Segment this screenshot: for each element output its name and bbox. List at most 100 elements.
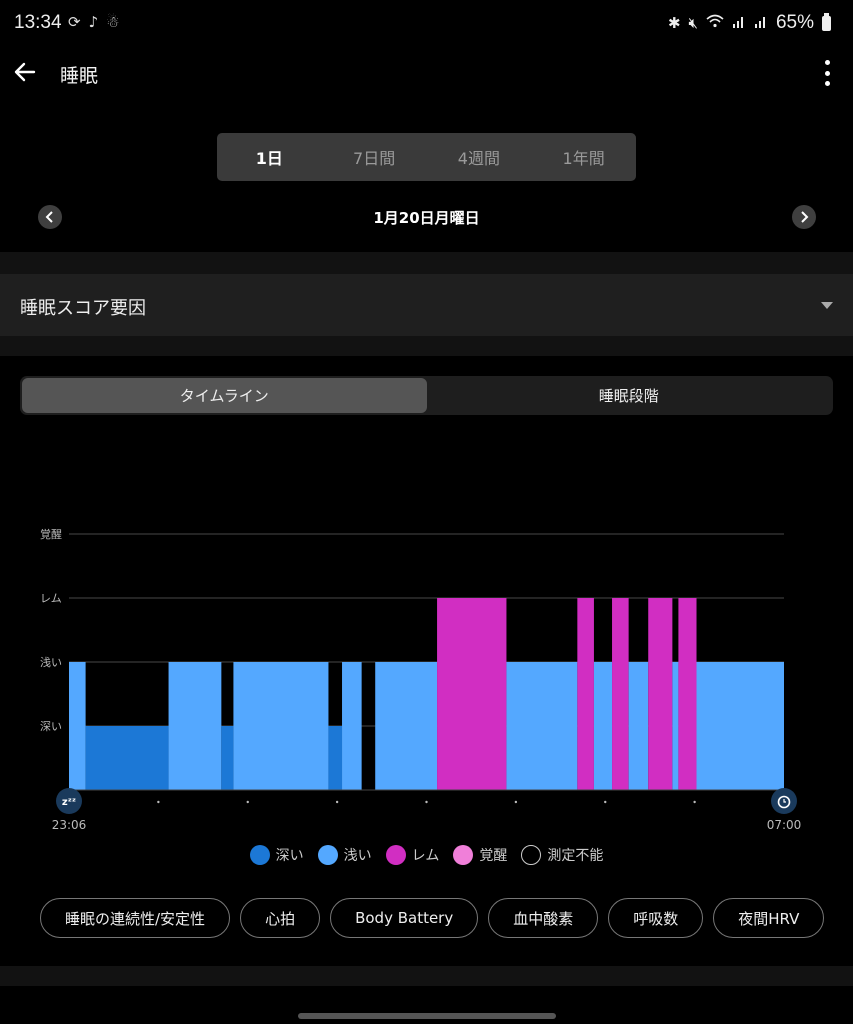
arrow-left-icon xyxy=(14,62,36,82)
period-tabs: 1日 7日間 4週間 1年間 xyxy=(217,133,636,181)
x-axis-tick xyxy=(425,800,428,804)
page-title: 睡眠 xyxy=(60,65,99,87)
current-date: 1月20日月曜日 xyxy=(373,209,480,227)
legend-swatch xyxy=(385,845,406,865)
segment-rem xyxy=(648,598,673,790)
legend-label: 測定不能 xyxy=(547,848,604,864)
status-bar: 13:34 ⟳ ♪ ☃ ✱ 🔇︎ 65% xyxy=(0,0,853,50)
segment-light xyxy=(342,662,362,790)
segment-deep xyxy=(328,726,343,790)
signal-icon xyxy=(754,14,768,32)
legend-item-unmeasurable: 測定不能 xyxy=(521,845,603,865)
app-bar: 睡眠 xyxy=(0,50,853,98)
x-axis-ticks xyxy=(157,800,696,804)
chip-overnight-hrv[interactable]: 夜間HRV xyxy=(713,898,825,938)
battery-icon xyxy=(822,12,831,31)
sleep-score-factors-label: 睡眠スコア要因 xyxy=(20,298,146,319)
zzz-icon: zᶻᶻ xyxy=(62,797,76,808)
app-icon: ☃ xyxy=(106,13,120,31)
legend-swatch xyxy=(453,845,474,865)
segment-light xyxy=(506,662,578,790)
caret-down-icon xyxy=(821,302,833,309)
chevron-right-icon xyxy=(801,211,809,223)
segment-rem xyxy=(678,598,697,790)
y-axis-label: 覚醒 xyxy=(40,528,62,541)
chip-heart-rate[interactable]: 心拍 xyxy=(240,898,321,938)
battery-level: 65% xyxy=(775,12,814,33)
tab-7-days[interactable]: 7日間 xyxy=(322,133,427,181)
status-time: 13:34 xyxy=(14,12,62,33)
x-axis-tick xyxy=(514,800,518,804)
home-indicator[interactable] xyxy=(298,1013,556,1019)
tab-sleep-stages[interactable]: 睡眠段階 xyxy=(427,378,832,413)
x-axis-tick xyxy=(693,800,696,804)
segment-rem xyxy=(577,598,594,790)
chip-body-battery[interactable]: Body Battery xyxy=(330,898,479,938)
legend-swatch xyxy=(317,845,338,865)
tab-4-weeks[interactable]: 4週間 xyxy=(427,133,532,181)
y-axis-label: レム xyxy=(40,592,62,605)
segment-light xyxy=(233,662,329,790)
legend-label: 深い xyxy=(275,848,304,864)
legend-item-rem: レム xyxy=(385,845,440,865)
signal-icon xyxy=(732,14,746,32)
sleep-timeline-chart: 深い 浅い レム 覚醒 zᶻᶻ 23:06 07:00 xyxy=(40,528,802,832)
wake-marker xyxy=(771,788,797,814)
view-toggle: タイムライン 睡眠段階 xyxy=(20,376,833,415)
legend-item-awake: 覚醒 xyxy=(453,845,507,865)
chip-respiration[interactable]: 呼吸数 xyxy=(608,898,704,938)
sync-icon: ⟳ xyxy=(68,13,81,31)
legend-label: レム xyxy=(411,848,440,864)
legend-item-light: 浅い xyxy=(317,845,372,865)
more-options-button[interactable] xyxy=(823,60,831,86)
segment-rem xyxy=(612,598,629,790)
legend-label: 浅い xyxy=(343,848,372,864)
segment-deep xyxy=(85,726,169,790)
segment-deep xyxy=(221,726,234,790)
chip-blood-oxygen[interactable]: 血中酸素 xyxy=(488,898,599,938)
sleep-start-marker: zᶻᶻ xyxy=(56,788,82,814)
y-axis-labels: 深い浅いレム覚醒 xyxy=(40,528,62,733)
legend-swatch xyxy=(521,845,542,865)
end-time-label: 07:00 xyxy=(767,818,802,832)
mute-icon: 🔇︎ xyxy=(688,14,698,32)
legend-item-deep: 深い xyxy=(249,845,304,865)
status-left-icons: ⟳ ♪ ☃ xyxy=(68,13,120,31)
segment-light xyxy=(593,662,613,790)
segment-rem xyxy=(437,598,507,790)
segment-light xyxy=(672,662,679,790)
chip-sleep-continuity[interactable]: 睡眠の連続性/安定性 xyxy=(40,898,231,938)
status-right: ✱ 🔇︎ 65% xyxy=(668,12,831,34)
bluetooth-icon: ✱ xyxy=(667,14,681,32)
x-axis-tick xyxy=(246,800,249,804)
section-divider xyxy=(0,966,853,986)
segment-light xyxy=(696,662,784,790)
x-axis-tick xyxy=(335,800,339,804)
section-divider xyxy=(0,252,853,274)
notification-icon: ♪ xyxy=(88,13,99,31)
y-axis-label: 深い xyxy=(40,720,62,733)
x-axis-tick xyxy=(157,800,160,804)
start-time-label: 23:06 xyxy=(52,818,87,832)
chart-legend: 深い 浅い レム 覚醒 測定不能 xyxy=(0,843,853,867)
legend-label: 覚醒 xyxy=(479,848,508,864)
segment-light xyxy=(168,662,222,790)
next-day-button[interactable] xyxy=(792,205,816,229)
more-vert-icon xyxy=(824,60,830,65)
tab-1-day[interactable]: 1日 xyxy=(217,133,322,181)
section-divider xyxy=(0,336,853,356)
segment-light xyxy=(375,662,438,790)
x-axis-tick xyxy=(604,800,607,804)
tab-timeline[interactable]: タイムライン xyxy=(22,378,427,413)
segment-light xyxy=(69,662,86,790)
date-navigation: 1月20日月曜日 xyxy=(0,198,853,236)
metric-chips: 睡眠の連続性/安定性 心拍 Body Battery 血中酸素 呼吸数 夜間HR… xyxy=(40,898,853,938)
segment-light xyxy=(628,662,649,790)
y-axis-label: 浅い xyxy=(40,656,62,669)
legend-swatch xyxy=(249,845,270,865)
back-button[interactable] xyxy=(10,56,42,88)
sleep-score-factors-row[interactable]: 睡眠スコア要因 xyxy=(0,274,853,336)
tab-1-year[interactable]: 1年間 xyxy=(531,133,636,181)
segments xyxy=(69,598,784,790)
wifi-icon xyxy=(706,14,724,32)
